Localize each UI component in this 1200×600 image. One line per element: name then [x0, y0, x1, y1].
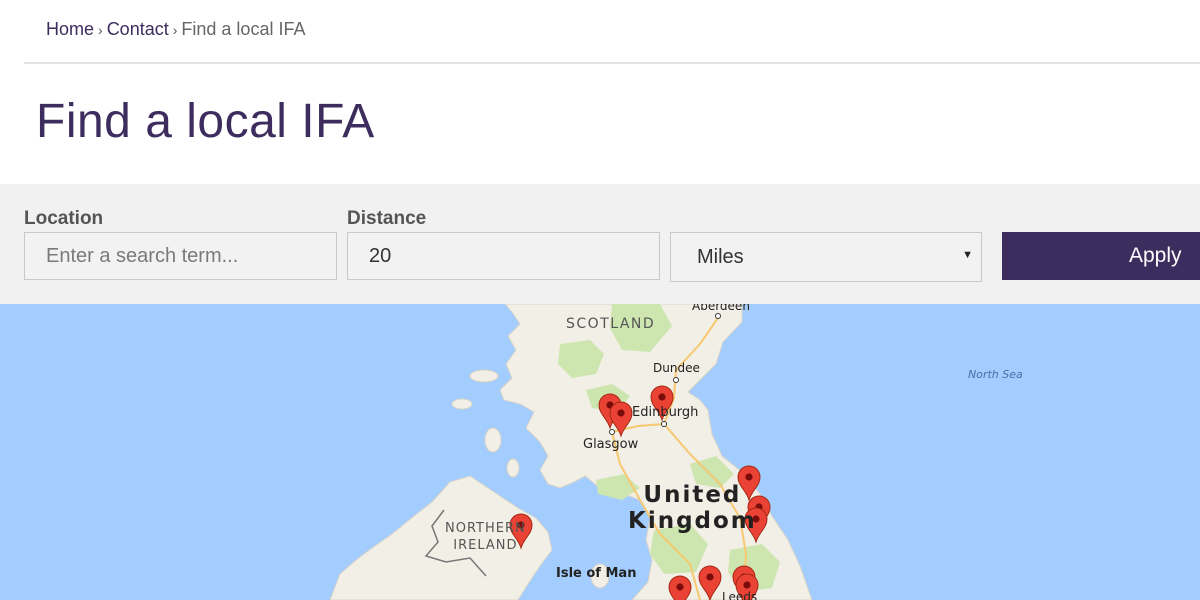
map-view[interactable]: Aberdeen SCOTLAND Dundee Edinburgh Glasg…: [0, 304, 1200, 600]
page-title: Find a local IFA: [36, 95, 375, 148]
apply-button[interactable]: Apply: [1002, 232, 1200, 280]
location-label: Location: [24, 208, 104, 229]
location-search-input[interactable]: [24, 232, 337, 280]
breadcrumb-separator: ›: [172, 22, 178, 38]
map-label-uk-line2: Kingdom: [628, 508, 757, 534]
filter-bar: Location Distance Miles ▼ Apply: [0, 184, 1200, 304]
map-label-northern-ireland: NORTHERN IRELAND: [445, 520, 526, 554]
map-label-glasgow: Glasgow: [583, 437, 639, 452]
distance-unit-select[interactable]: Miles ▼: [670, 232, 982, 282]
map-label-north-sea: North Sea: [968, 368, 1023, 381]
map-label-dundee: Dundee: [653, 361, 700, 375]
map-label-ni-line1: NORTHERN: [445, 521, 526, 536]
map-label-aberdeen: Aberdeen: [692, 304, 750, 313]
breadcrumb-current: Find a local IFA: [181, 19, 306, 39]
distance-unit-value: Miles: [697, 246, 744, 268]
breadcrumb: Home › Contact › Find a local IFA: [46, 19, 305, 40]
header-divider: [24, 62, 1200, 64]
distance-label: Distance: [347, 208, 427, 229]
map-label-ni-line2: IRELAND: [453, 538, 518, 553]
map-label-uk-line1: United: [643, 482, 742, 508]
map-marker-icon[interactable]: [668, 575, 692, 600]
distance-input[interactable]: [347, 232, 660, 280]
breadcrumb-contact-link[interactable]: Contact: [107, 19, 169, 39]
map-label-edinburgh: Edinburgh: [632, 405, 699, 420]
map-label-scotland: SCOTLAND: [566, 316, 656, 332]
map-label-isle-of-man: Isle of Man: [556, 566, 637, 581]
map-label-leeds: Leeds: [722, 590, 758, 600]
map-canvas: [329, 304, 813, 600]
map-label-united-kingdom: United Kingdom: [628, 482, 757, 534]
breadcrumb-home-link[interactable]: Home: [46, 19, 94, 39]
caret-down-icon: ▼: [962, 249, 973, 261]
breadcrumb-separator: ›: [98, 22, 103, 38]
